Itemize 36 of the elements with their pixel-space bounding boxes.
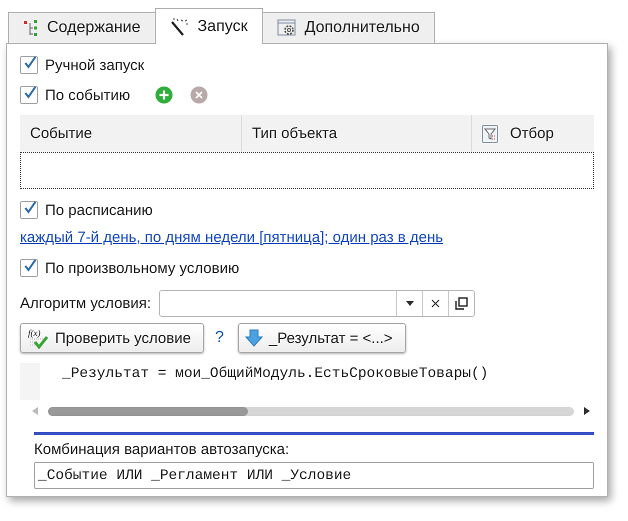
field-label: Комбинация вариантов автозапуска: — [34, 441, 290, 460]
field-label: Алгоритм условия: — [20, 295, 152, 312]
schedule-link[interactable]: каждый 7-й день, по дням недели [пятница]; один раз в день — [20, 228, 444, 246]
down-arrow-icon — [244, 329, 263, 347]
wand-icon — [170, 18, 190, 36]
checkbox-label: По расписанию — [45, 202, 153, 218]
help-link[interactable]: ? — [214, 329, 224, 347]
checkbox[interactable] — [20, 86, 38, 104]
close-icon — [431, 299, 440, 308]
tab[interactable]: Дополнительно — [262, 12, 435, 43]
scrollbar-thumb[interactable] — [48, 406, 248, 416]
caret-icon — [406, 301, 414, 306]
settings-icon — [276, 19, 297, 37]
checkbox[interactable] — [20, 259, 38, 277]
checkbox-label: По событию — [45, 86, 130, 104]
column-header[interactable]: Тип объекта — [242, 115, 472, 152]
tab[interactable]: Запуск — [154, 8, 263, 44]
combination-field[interactable]: _Событие ИЛИ _Регламент ИЛИ _Условие — [34, 462, 594, 489]
checkbox[interactable] — [20, 201, 38, 219]
column-header[interactable]: Отбор — [472, 115, 594, 152]
checkbox-label: Ручной запуск — [45, 56, 144, 74]
add-icon[interactable] — [155, 86, 174, 104]
column-header[interactable]: Событие — [20, 115, 242, 152]
checkbox-label: По произвольному условию — [45, 260, 240, 276]
algorithm-field[interactable] — [159, 290, 476, 317]
filter-icon — [482, 124, 498, 142]
scroll-right-icon[interactable] — [584, 407, 590, 415]
table-empty-row[interactable] — [20, 152, 594, 189]
checkbox[interactable] — [20, 56, 38, 74]
tree-icon — [23, 19, 39, 37]
code-line: _Результат = мои_ОбщийМодуль.ЕстьСроковыеТовары() — [61, 365, 488, 384]
copy-icon — [455, 297, 468, 310]
scrollbar-track[interactable] — [48, 406, 574, 416]
result-button[interactable]: _Результат = <...> — [238, 323, 406, 353]
check-condition-button[interactable]: f(x) Проверить условие — [20, 323, 204, 353]
tab[interactable]: Содержание — [8, 12, 156, 43]
